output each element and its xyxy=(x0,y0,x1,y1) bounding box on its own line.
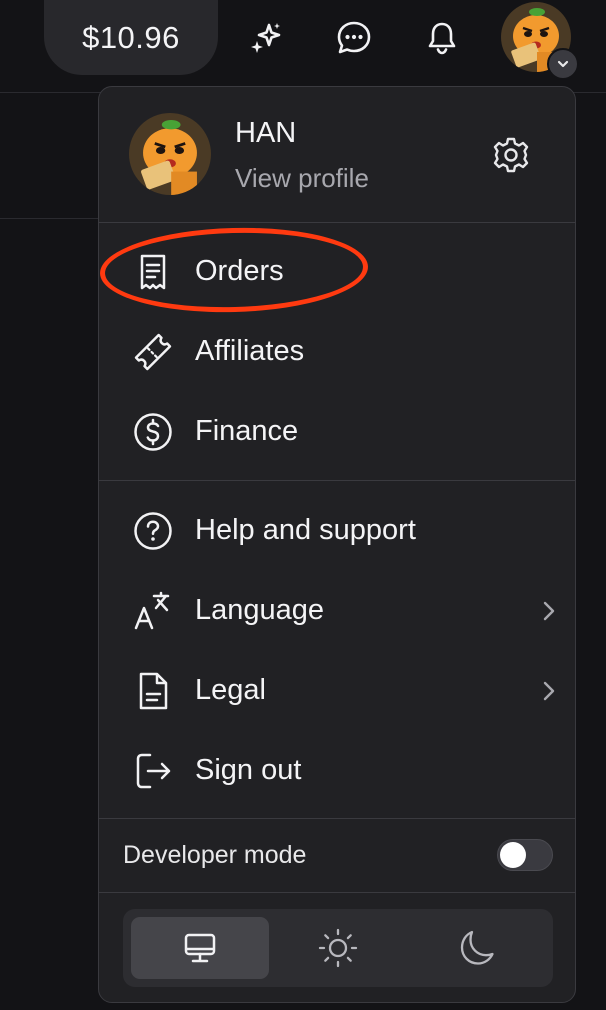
chevron-right-icon xyxy=(537,677,561,705)
menu-item-language[interactable]: Language xyxy=(99,575,575,645)
sun-icon xyxy=(318,928,358,968)
developer-mode-label: Developer mode xyxy=(123,841,307,869)
menu-item-help[interactable]: Help and support xyxy=(99,495,575,565)
avatar-button[interactable] xyxy=(501,2,579,80)
menu-item-label: Language xyxy=(195,594,325,626)
theme-light-button[interactable] xyxy=(269,917,407,979)
profile-avatar xyxy=(129,113,211,195)
balance-button[interactable]: $10.96 xyxy=(44,0,218,75)
question-circle-icon xyxy=(131,509,175,553)
account-menu: HAN View profile Orders Affiliates Finan… xyxy=(98,86,576,1003)
document-icon xyxy=(131,669,175,713)
profile-section[interactable]: HAN View profile xyxy=(99,87,575,223)
chat-bubble-icon[interactable] xyxy=(334,18,374,58)
menu-item-label: Affiliates xyxy=(195,335,305,367)
view-profile-link[interactable]: View profile xyxy=(235,163,369,194)
dollar-circle-icon xyxy=(131,410,175,454)
top-bar: $10.96 xyxy=(0,0,606,93)
menu-item-affiliates[interactable]: Affiliates xyxy=(99,316,575,386)
menu-divider xyxy=(99,480,575,481)
chevron-right-icon xyxy=(537,597,561,625)
menu-item-label: Finance xyxy=(195,415,299,447)
menu-divider xyxy=(99,892,575,893)
menu-item-legal[interactable]: Legal xyxy=(99,655,575,725)
theme-system-button[interactable] xyxy=(131,917,269,979)
chevron-down-icon[interactable] xyxy=(547,48,579,80)
theme-switcher xyxy=(123,909,553,987)
ticket-icon xyxy=(131,330,175,374)
developer-mode-row: Developer mode xyxy=(99,817,575,893)
profile-name: HAN xyxy=(235,117,297,149)
menu-item-finance[interactable]: Finance xyxy=(99,396,575,466)
menu-item-label: Help and support xyxy=(195,514,416,546)
translate-icon xyxy=(131,589,175,633)
menu-item-label: Legal xyxy=(195,674,266,706)
sparkles-icon[interactable] xyxy=(246,18,286,58)
theme-dark-button[interactable] xyxy=(407,917,545,979)
monitor-icon xyxy=(184,933,216,963)
menu-item-sign-out[interactable]: Sign out xyxy=(99,735,575,805)
toggle-knob xyxy=(500,842,526,868)
developer-mode-toggle[interactable] xyxy=(497,839,553,871)
background-divider xyxy=(0,218,100,219)
menu-divider xyxy=(99,222,575,223)
sign-out-icon xyxy=(131,749,175,793)
gear-icon[interactable] xyxy=(489,133,533,177)
bell-icon[interactable] xyxy=(422,18,462,58)
moon-icon xyxy=(460,930,494,965)
menu-item-label: Sign out xyxy=(195,754,302,786)
